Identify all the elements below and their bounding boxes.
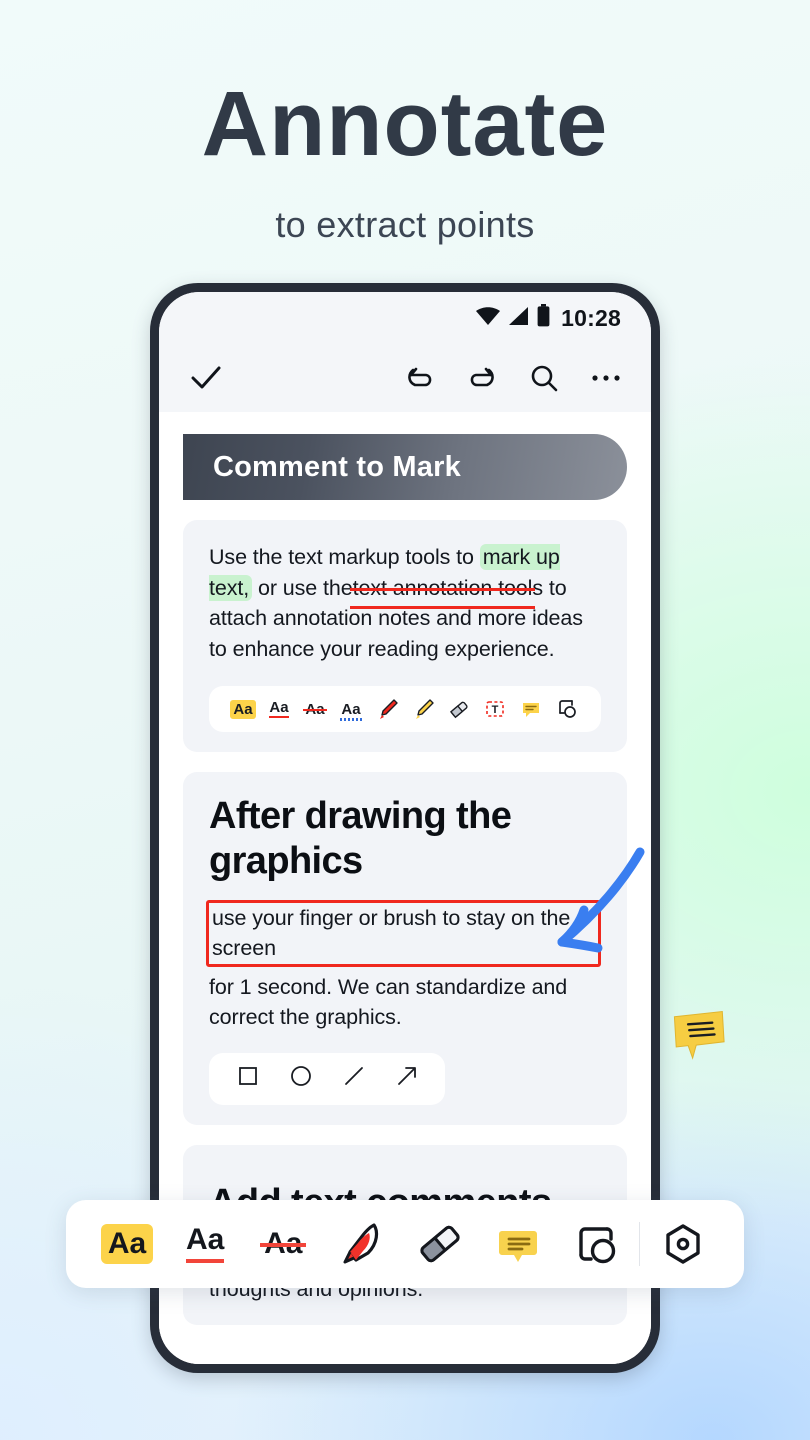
highlight-text-tool[interactable]: Aa <box>225 699 261 719</box>
underline-tool[interactable]: Aa <box>166 1225 244 1263</box>
red-box-annotation: use your finger or brush to stay on the … <box>206 899 601 967</box>
drawing-graphics-card: After drawing the graphics use your fing… <box>183 772 627 1125</box>
para-text-2: or use the <box>252 575 353 600</box>
status-bar: 10:28 <box>159 292 651 344</box>
markup-tools-card: Use the text markup tools to mark up tex… <box>183 520 627 753</box>
undo-button[interactable] <box>405 364 435 392</box>
line-shape-tool[interactable] <box>340 1062 368 1095</box>
arrow-shape-tool[interactable] <box>393 1062 421 1095</box>
eraser-tool[interactable] <box>401 1217 479 1271</box>
para-text-1: Use the text markup tools to <box>209 545 480 569</box>
battery-icon <box>537 304 550 332</box>
status-clock: 10:28 <box>561 304 621 331</box>
pen-tool[interactable] <box>369 697 405 721</box>
underline-text-tool[interactable]: Aa <box>261 700 297 719</box>
highlight-tool[interactable]: Aa <box>88 1224 166 1264</box>
sticky-note-icon <box>668 1008 734 1062</box>
drawing-graphics-boxed-line: use your finger or brush to stay on the … <box>206 899 601 967</box>
inline-markup-toolstrip: Aa Aa Aa Aa T <box>209 686 601 733</box>
page-subtitle: to extract points <box>275 204 535 245</box>
toolbar-actions <box>405 363 621 393</box>
squiggly-underline-text-tool[interactable]: Aa <box>333 702 369 721</box>
hero-section: Annotate to extract points <box>0 0 810 246</box>
shapes-tool[interactable] <box>557 1217 635 1271</box>
eraser-tool[interactable] <box>441 697 477 721</box>
toolbar-divider <box>638 1222 640 1266</box>
section-header: Comment to Mark <box>183 434 627 500</box>
drawing-graphics-body: for 1 second. We can standardize and cor… <box>209 974 568 1030</box>
shape-tools-strip <box>209 1052 445 1105</box>
note-comment-tool[interactable] <box>479 1217 557 1271</box>
status-icons <box>475 304 550 332</box>
more-options-icon[interactable] <box>591 373 621 383</box>
underline-tool-label: Aa <box>186 1225 225 1263</box>
wifi-icon <box>475 306 501 331</box>
section-header-label: Comment to Mark <box>213 450 461 483</box>
svg-text:T: T <box>492 704 499 716</box>
signal-icon <box>508 306 530 331</box>
strikethrough-tool[interactable]: Aa <box>244 1229 322 1259</box>
text-box-tool[interactable]: T <box>477 697 513 721</box>
square-shape-tool[interactable] <box>234 1062 262 1095</box>
shapes-tool[interactable] <box>549 697 585 721</box>
highlighter-tool[interactable] <box>405 697 441 721</box>
redo-button[interactable] <box>467 364 497 392</box>
settings-tool[interactable] <box>644 1217 722 1271</box>
markup-paragraph: Use the text markup tools to mark up tex… <box>209 542 601 664</box>
circle-shape-tool[interactable] <box>287 1062 315 1095</box>
confirm-button[interactable] <box>189 364 223 392</box>
highlight-tool-label: Aa <box>100 1224 154 1264</box>
page-title: Annotate <box>201 73 609 175</box>
strikethrough-text-tool[interactable]: Aa <box>297 702 333 717</box>
search-icon[interactable] <box>529 363 559 393</box>
bottom-annotation-toolbar: Aa Aa Aa <box>66 1200 744 1288</box>
marker-pen-tool[interactable] <box>322 1217 400 1271</box>
comment-tool[interactable] <box>513 697 549 721</box>
drawing-graphics-heading: After drawing the graphics <box>209 795 512 882</box>
strikethrough-tool-label: Aa <box>260 1227 307 1260</box>
red-strikethrough-annotation: text annotation tool <box>349 573 536 609</box>
app-toolbar <box>159 344 651 412</box>
